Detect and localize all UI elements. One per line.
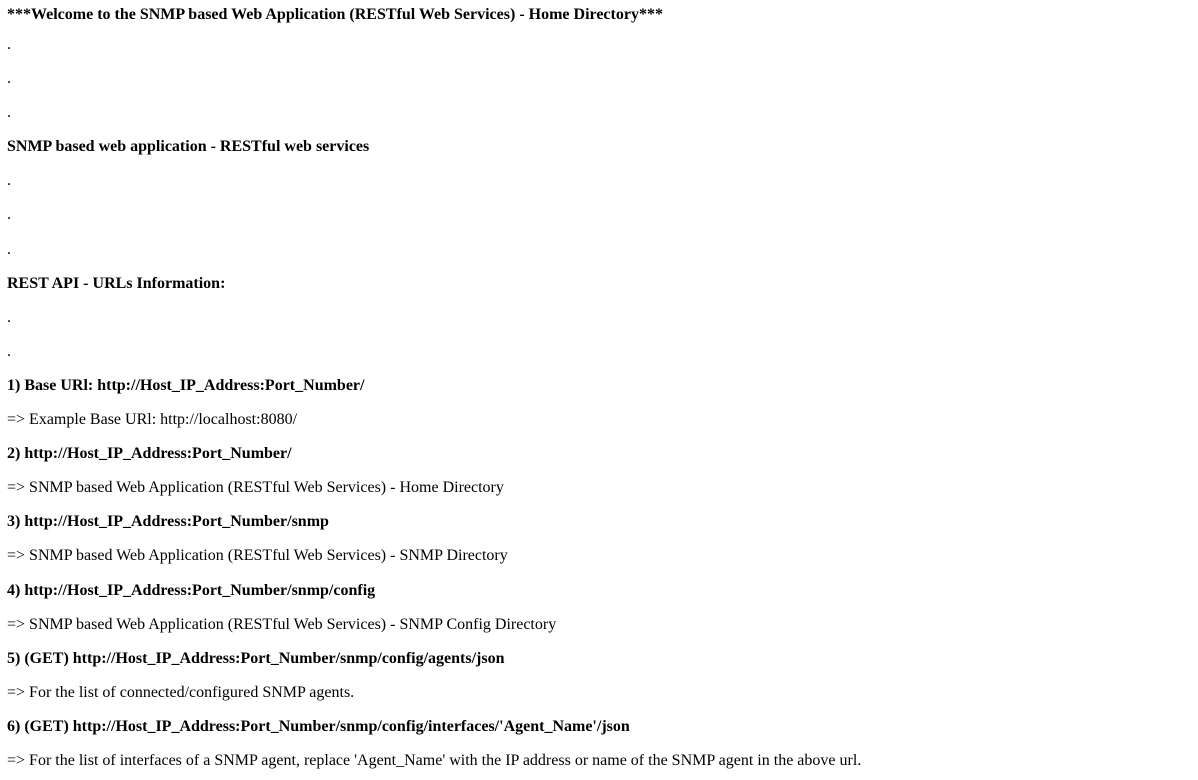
- url-item-1-description: => Example Base URl: http://localhost:80…: [7, 411, 298, 429]
- page-content: ***Welcome to the SNMP based Web Applica…: [7, 0, 1192, 780]
- url-item-2: 2) http://Host_IP_Address:Port_Number/: [7, 445, 292, 463]
- url-item-5: 5) (GET) http://Host_IP_Address:Port_Num…: [7, 649, 505, 667]
- dot-separator: .: [7, 240, 11, 258]
- url-item-4: 4) http://Host_IP_Address:Port_Number/sn…: [7, 581, 376, 599]
- url-item-4-description: => SNMP based Web Application (RESTful W…: [7, 615, 557, 633]
- dot-separator: .: [7, 70, 11, 88]
- dot-separator: .: [7, 104, 11, 122]
- dot-separator: .: [7, 342, 11, 360]
- dot-separator: .: [7, 36, 11, 53]
- app-subtitle: SNMP based web application - RESTful web…: [7, 138, 370, 156]
- dot-separator: .: [7, 172, 11, 190]
- url-item-6: 6) (GET) http://Host_IP_Address:Port_Num…: [7, 717, 630, 735]
- url-item-2-description: => SNMP based Web Application (RESTful W…: [7, 479, 504, 497]
- url-item-3-description: => SNMP based Web Application (RESTful W…: [7, 547, 508, 565]
- url-item-1: 1) Base URl: http://Host_IP_Address:Port…: [7, 376, 365, 394]
- dot-separator: .: [7, 308, 11, 326]
- rest-api-heading: REST API - URLs Information:: [7, 274, 226, 292]
- url-item-6-description: => For the list of interfaces of a SNMP …: [7, 751, 862, 769]
- url-item-3: 3) http://Host_IP_Address:Port_Number/sn…: [7, 513, 329, 531]
- welcome-heading: ***Welcome to the SNMP based Web Applica…: [7, 6, 663, 23]
- dot-separator: .: [7, 206, 11, 224]
- url-item-5-description: => For the list of connected/configured …: [7, 683, 355, 701]
